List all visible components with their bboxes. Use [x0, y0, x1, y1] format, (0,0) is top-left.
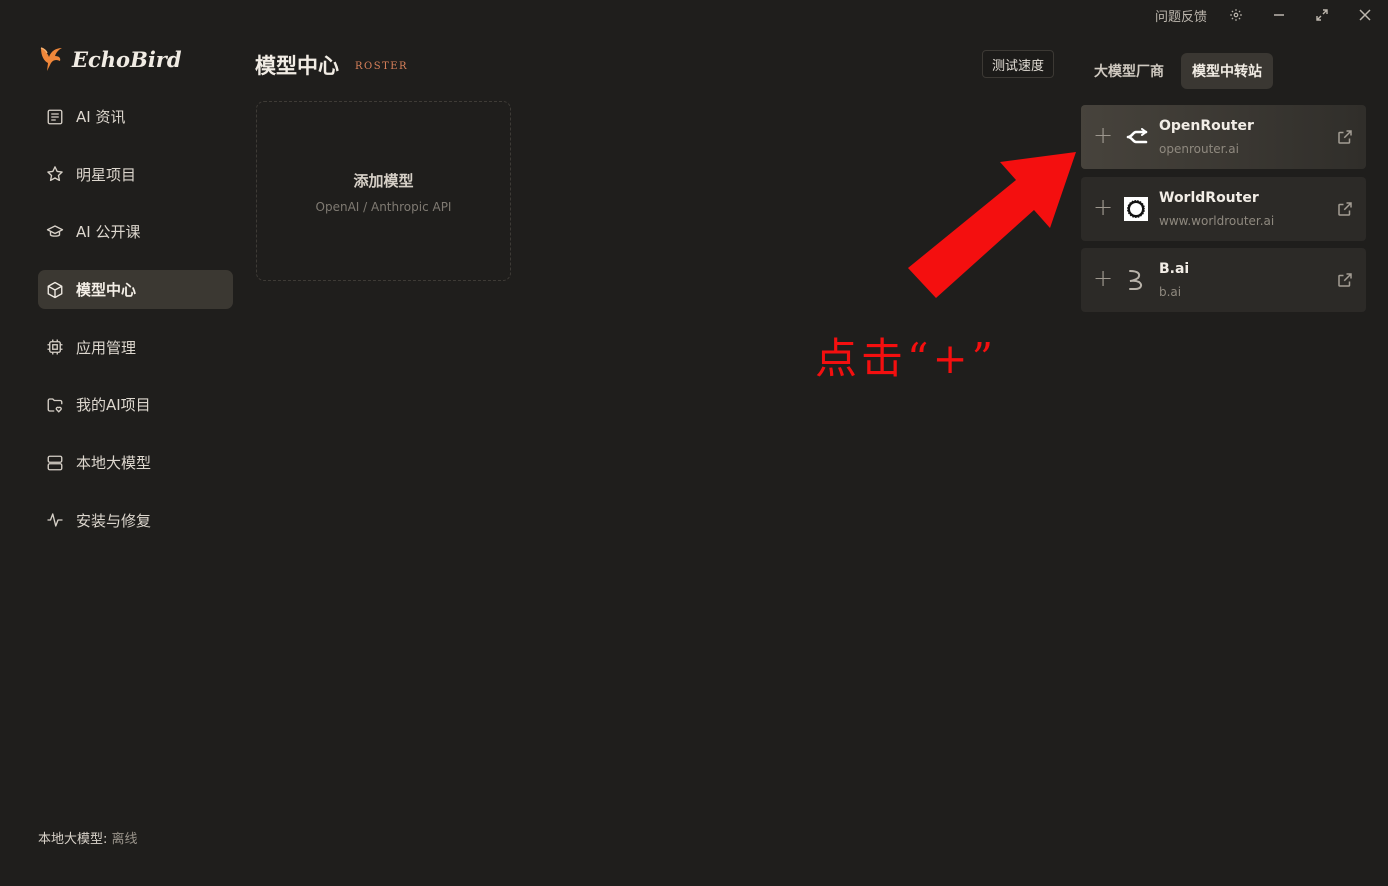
sidebar-item-model-center[interactable]: 模型中心 [38, 270, 233, 310]
status-label: 本地大模型: [38, 832, 108, 847]
provider-url: www.worldrouter.ai [1159, 213, 1275, 228]
provider-name: OpenRouter [1159, 118, 1254, 134]
page-title: 模型中心 [255, 54, 339, 78]
annotation-arrow [908, 152, 1076, 298]
activity-icon [46, 511, 64, 529]
add-model-subtitle: OpenAI / Anthropic API [315, 200, 452, 214]
sidebar-item-ai-news[interactable]: AI 资讯 [38, 97, 233, 136]
test-speed-button[interactable]: 测试速度 [982, 50, 1054, 78]
bird-icon [38, 42, 64, 76]
star-icon [46, 165, 64, 183]
cube-icon [46, 281, 64, 299]
external-link-icon[interactable] [1336, 128, 1354, 146]
provider-card-bai[interactable]: + B.ai b.ai [1081, 248, 1366, 312]
sidebar-nav: AI 资讯 明星项目 AI 公开课 模型中心 应用管理 我的AI项目 本地大模型… [38, 97, 233, 559]
annotation-text: 点击“+” [815, 334, 998, 383]
sidebar-item-label: 明星项目 [76, 165, 137, 184]
page-subtitle: ROSTER [355, 61, 409, 72]
provider-card-openrouter[interactable]: + OpenRouter openrouter.ai [1081, 105, 1366, 169]
sidebar-item-label: AI 资讯 [76, 108, 126, 126]
provider-url: openrouter.ai [1159, 142, 1239, 156]
add-model-card[interactable]: 添加模型 OpenAI / Anthropic API [256, 101, 511, 281]
brand-name: EchoBird [72, 46, 182, 72]
server-icon [46, 454, 64, 472]
local-llm-status: 本地大模型: 离线 [38, 828, 138, 847]
news-icon [46, 108, 64, 126]
bai-logo-icon [1124, 268, 1148, 292]
close-icon[interactable] [1355, 5, 1375, 25]
tab-model-relay[interactable]: 模型中转站 [1181, 53, 1273, 89]
sidebar-item-ai-course[interactable]: AI 公开课 [38, 212, 233, 251]
sidebar-item-install-repair[interactable]: 安装与修复 [38, 501, 233, 540]
chip-icon [46, 338, 64, 356]
add-provider-plus-icon[interactable]: + [1093, 266, 1113, 290]
add-provider-plus-icon[interactable]: + [1093, 195, 1113, 219]
sidebar-item-label: 安装与修复 [76, 511, 152, 530]
maximize-icon[interactable] [1312, 5, 1332, 25]
feedback-link[interactable]: 问题反馈 [1155, 6, 1207, 25]
provider-list: + OpenRouter openrouter.ai + WorldRouter… [1081, 105, 1366, 320]
graduation-cap-icon [46, 223, 64, 241]
provider-name: WorldRouter [1159, 189, 1259, 206]
provider-tabs: 大模型厂商 模型中转站 [1083, 53, 1273, 89]
title-bar: 问题反馈 [0, 0, 1388, 30]
tab-model-vendors[interactable]: 大模型厂商 [1083, 53, 1175, 89]
sidebar-item-label: 应用管理 [76, 338, 137, 357]
minimize-icon[interactable] [1269, 5, 1289, 25]
settings-icon[interactable] [1226, 5, 1246, 25]
external-link-icon[interactable] [1336, 200, 1354, 218]
sidebar-item-label: 我的AI项目 [76, 396, 151, 415]
sidebar-item-my-ai-projects[interactable]: 我的AI项目 [38, 385, 233, 424]
folder-heart-icon [46, 396, 64, 414]
openrouter-logo-icon [1124, 125, 1148, 149]
provider-name: B.ai [1159, 261, 1190, 277]
sidebar-item-star-projects[interactable]: 明星项目 [38, 155, 233, 194]
sidebar-item-label: 本地大模型 [76, 454, 152, 473]
external-link-icon[interactable] [1336, 271, 1354, 289]
provider-card-worldrouter[interactable]: + WorldRouter www.worldrouter.ai [1081, 176, 1366, 241]
sidebar-item-label: 模型中心 [76, 281, 137, 300]
add-provider-plus-icon[interactable]: + [1093, 123, 1113, 147]
status-value: 离线 [111, 832, 138, 847]
brand: EchoBird [38, 42, 182, 76]
sidebar-item-local-llm[interactable]: 本地大模型 [38, 443, 233, 482]
add-model-title: 添加模型 [353, 172, 414, 190]
sidebar-item-app-management[interactable]: 应用管理 [38, 328, 233, 367]
provider-url: b.ai [1159, 285, 1182, 299]
sidebar-item-label: AI 公开课 [76, 223, 141, 242]
worldrouter-logo-icon [1124, 196, 1148, 221]
